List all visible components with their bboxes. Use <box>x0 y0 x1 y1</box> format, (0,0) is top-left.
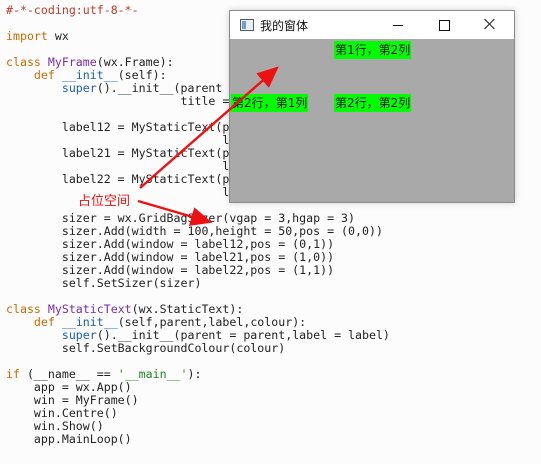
arrow-to-placeholder <box>139 66 279 189</box>
annotation-label: 占位空间 <box>78 194 131 209</box>
arrow-to-sizer-add <box>137 199 213 226</box>
annotation-arrows <box>137 66 279 226</box>
